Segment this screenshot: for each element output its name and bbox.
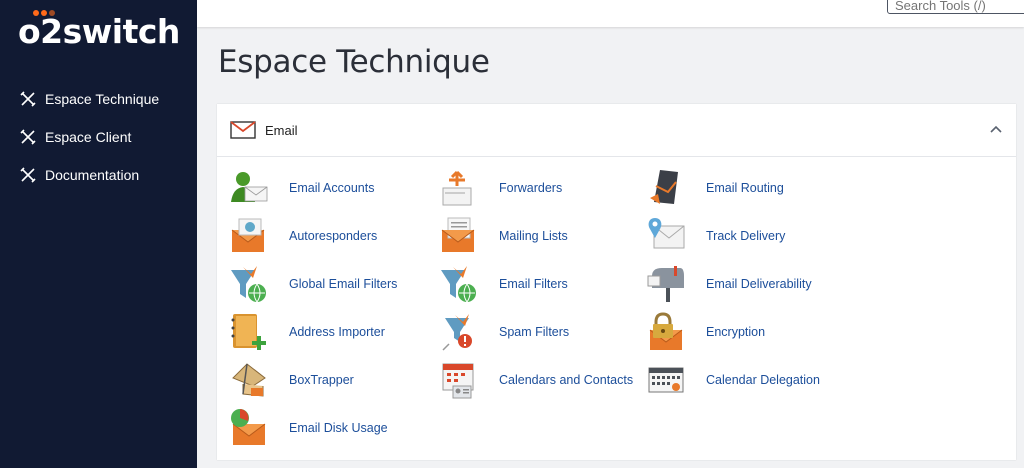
disk-usage-icon bbox=[231, 409, 266, 445]
tool-label: Address Importer bbox=[289, 325, 385, 339]
tool-label: Forwarders bbox=[499, 181, 563, 195]
sidebar: o2switch Espace Technique Espace Client … bbox=[0, 0, 197, 468]
tools-icon bbox=[20, 129, 36, 145]
tool-autoresponders[interactable]: Autoresponders bbox=[229, 214, 377, 258]
tool-email-routing[interactable]: Email Routing bbox=[646, 166, 784, 210]
padlock-icon bbox=[649, 312, 683, 350]
section-title: Email bbox=[265, 123, 298, 138]
autoresponders-icon bbox=[231, 218, 265, 252]
chevron-up-icon[interactable] bbox=[990, 124, 1002, 134]
tool-label: Calendar Delegation bbox=[706, 373, 820, 387]
tool-email-accounts[interactable]: Email Accounts bbox=[229, 166, 374, 210]
email-filters-icon bbox=[441, 266, 476, 303]
mailing-lists-icon bbox=[441, 217, 475, 252]
logo-text: o2switch bbox=[18, 12, 180, 51]
sidebar-item-espace-technique[interactable]: Espace Technique bbox=[0, 80, 197, 118]
tool-label: Email Filters bbox=[499, 277, 568, 291]
tool-label: Encryption bbox=[706, 325, 766, 339]
tool-encryption[interactable]: Encryption bbox=[646, 310, 765, 354]
tool-label: Global Email Filters bbox=[289, 277, 398, 291]
tools-icon bbox=[20, 167, 36, 183]
calendar-grid-icon bbox=[648, 367, 684, 393]
spam-filters-icon bbox=[442, 314, 472, 351]
tool-spam-filters[interactable]: Spam Filters bbox=[439, 310, 569, 354]
tool-track-delivery[interactable]: Track Delivery bbox=[646, 214, 785, 258]
tool-label: Email Routing bbox=[706, 181, 784, 195]
sidebar-item-label: Documentation bbox=[45, 167, 140, 183]
tool-label: Track Delivery bbox=[706, 229, 786, 243]
email-section-panel: Email Email Accounts Forwarders Email Ro… bbox=[217, 104, 1016, 460]
boxtrapper-icon bbox=[232, 363, 266, 397]
tool-label: Email Disk Usage bbox=[289, 421, 388, 435]
calendar-contacts-icon bbox=[442, 363, 474, 399]
sidebar-item-espace-client[interactable]: Espace Client bbox=[0, 118, 197, 156]
tool-label: Spam Filters bbox=[499, 325, 570, 339]
email-routing-icon bbox=[650, 170, 678, 204]
tool-label: BoxTrapper bbox=[289, 373, 354, 387]
tool-label: Email Deliverability bbox=[706, 277, 812, 291]
tool-calendars-and-contacts[interactable]: Calendars and Contacts bbox=[439, 358, 633, 402]
address-importer-icon bbox=[231, 314, 266, 350]
forwarders-icon bbox=[442, 170, 472, 206]
envelope-icon bbox=[230, 121, 256, 139]
tool-boxtrapper[interactable]: BoxTrapper bbox=[229, 358, 354, 402]
tool-email-deliverability[interactable]: Email Deliverability bbox=[646, 262, 812, 306]
mailbox-icon bbox=[647, 266, 684, 302]
tool-label: Mailing Lists bbox=[499, 229, 568, 243]
tool-mailing-lists[interactable]: Mailing Lists bbox=[439, 214, 568, 258]
sidebar-item-documentation[interactable]: Documentation bbox=[0, 156, 197, 194]
tool-label: Calendars and Contacts bbox=[499, 373, 634, 387]
sidebar-item-label: Espace Client bbox=[45, 129, 132, 145]
email-section-header[interactable]: Email bbox=[217, 104, 1016, 157]
tool-forwarders[interactable]: Forwarders bbox=[439, 166, 562, 210]
tool-email-filters[interactable]: Email Filters bbox=[439, 262, 568, 306]
sidebar-item-label: Espace Technique bbox=[45, 91, 160, 107]
track-delivery-icon bbox=[648, 218, 685, 249]
tool-global-email-filters[interactable]: Global Email Filters bbox=[229, 262, 397, 306]
email-accounts-icon bbox=[231, 172, 268, 202]
global-filters-icon bbox=[231, 266, 266, 303]
search-tools-input[interactable] bbox=[887, 0, 1024, 14]
sidebar-nav: Espace Technique Espace Client Documenta… bbox=[0, 80, 197, 194]
tool-label: Autoresponders bbox=[289, 229, 378, 243]
tool-email-disk-usage[interactable]: Email Disk Usage bbox=[229, 406, 388, 450]
tools-icon bbox=[20, 91, 36, 107]
tool-calendar-delegation[interactable]: Calendar Delegation bbox=[646, 358, 820, 402]
tool-label: Email Accounts bbox=[289, 181, 375, 195]
page-title: Espace Technique bbox=[218, 44, 490, 80]
tool-address-importer[interactable]: Address Importer bbox=[229, 310, 385, 354]
